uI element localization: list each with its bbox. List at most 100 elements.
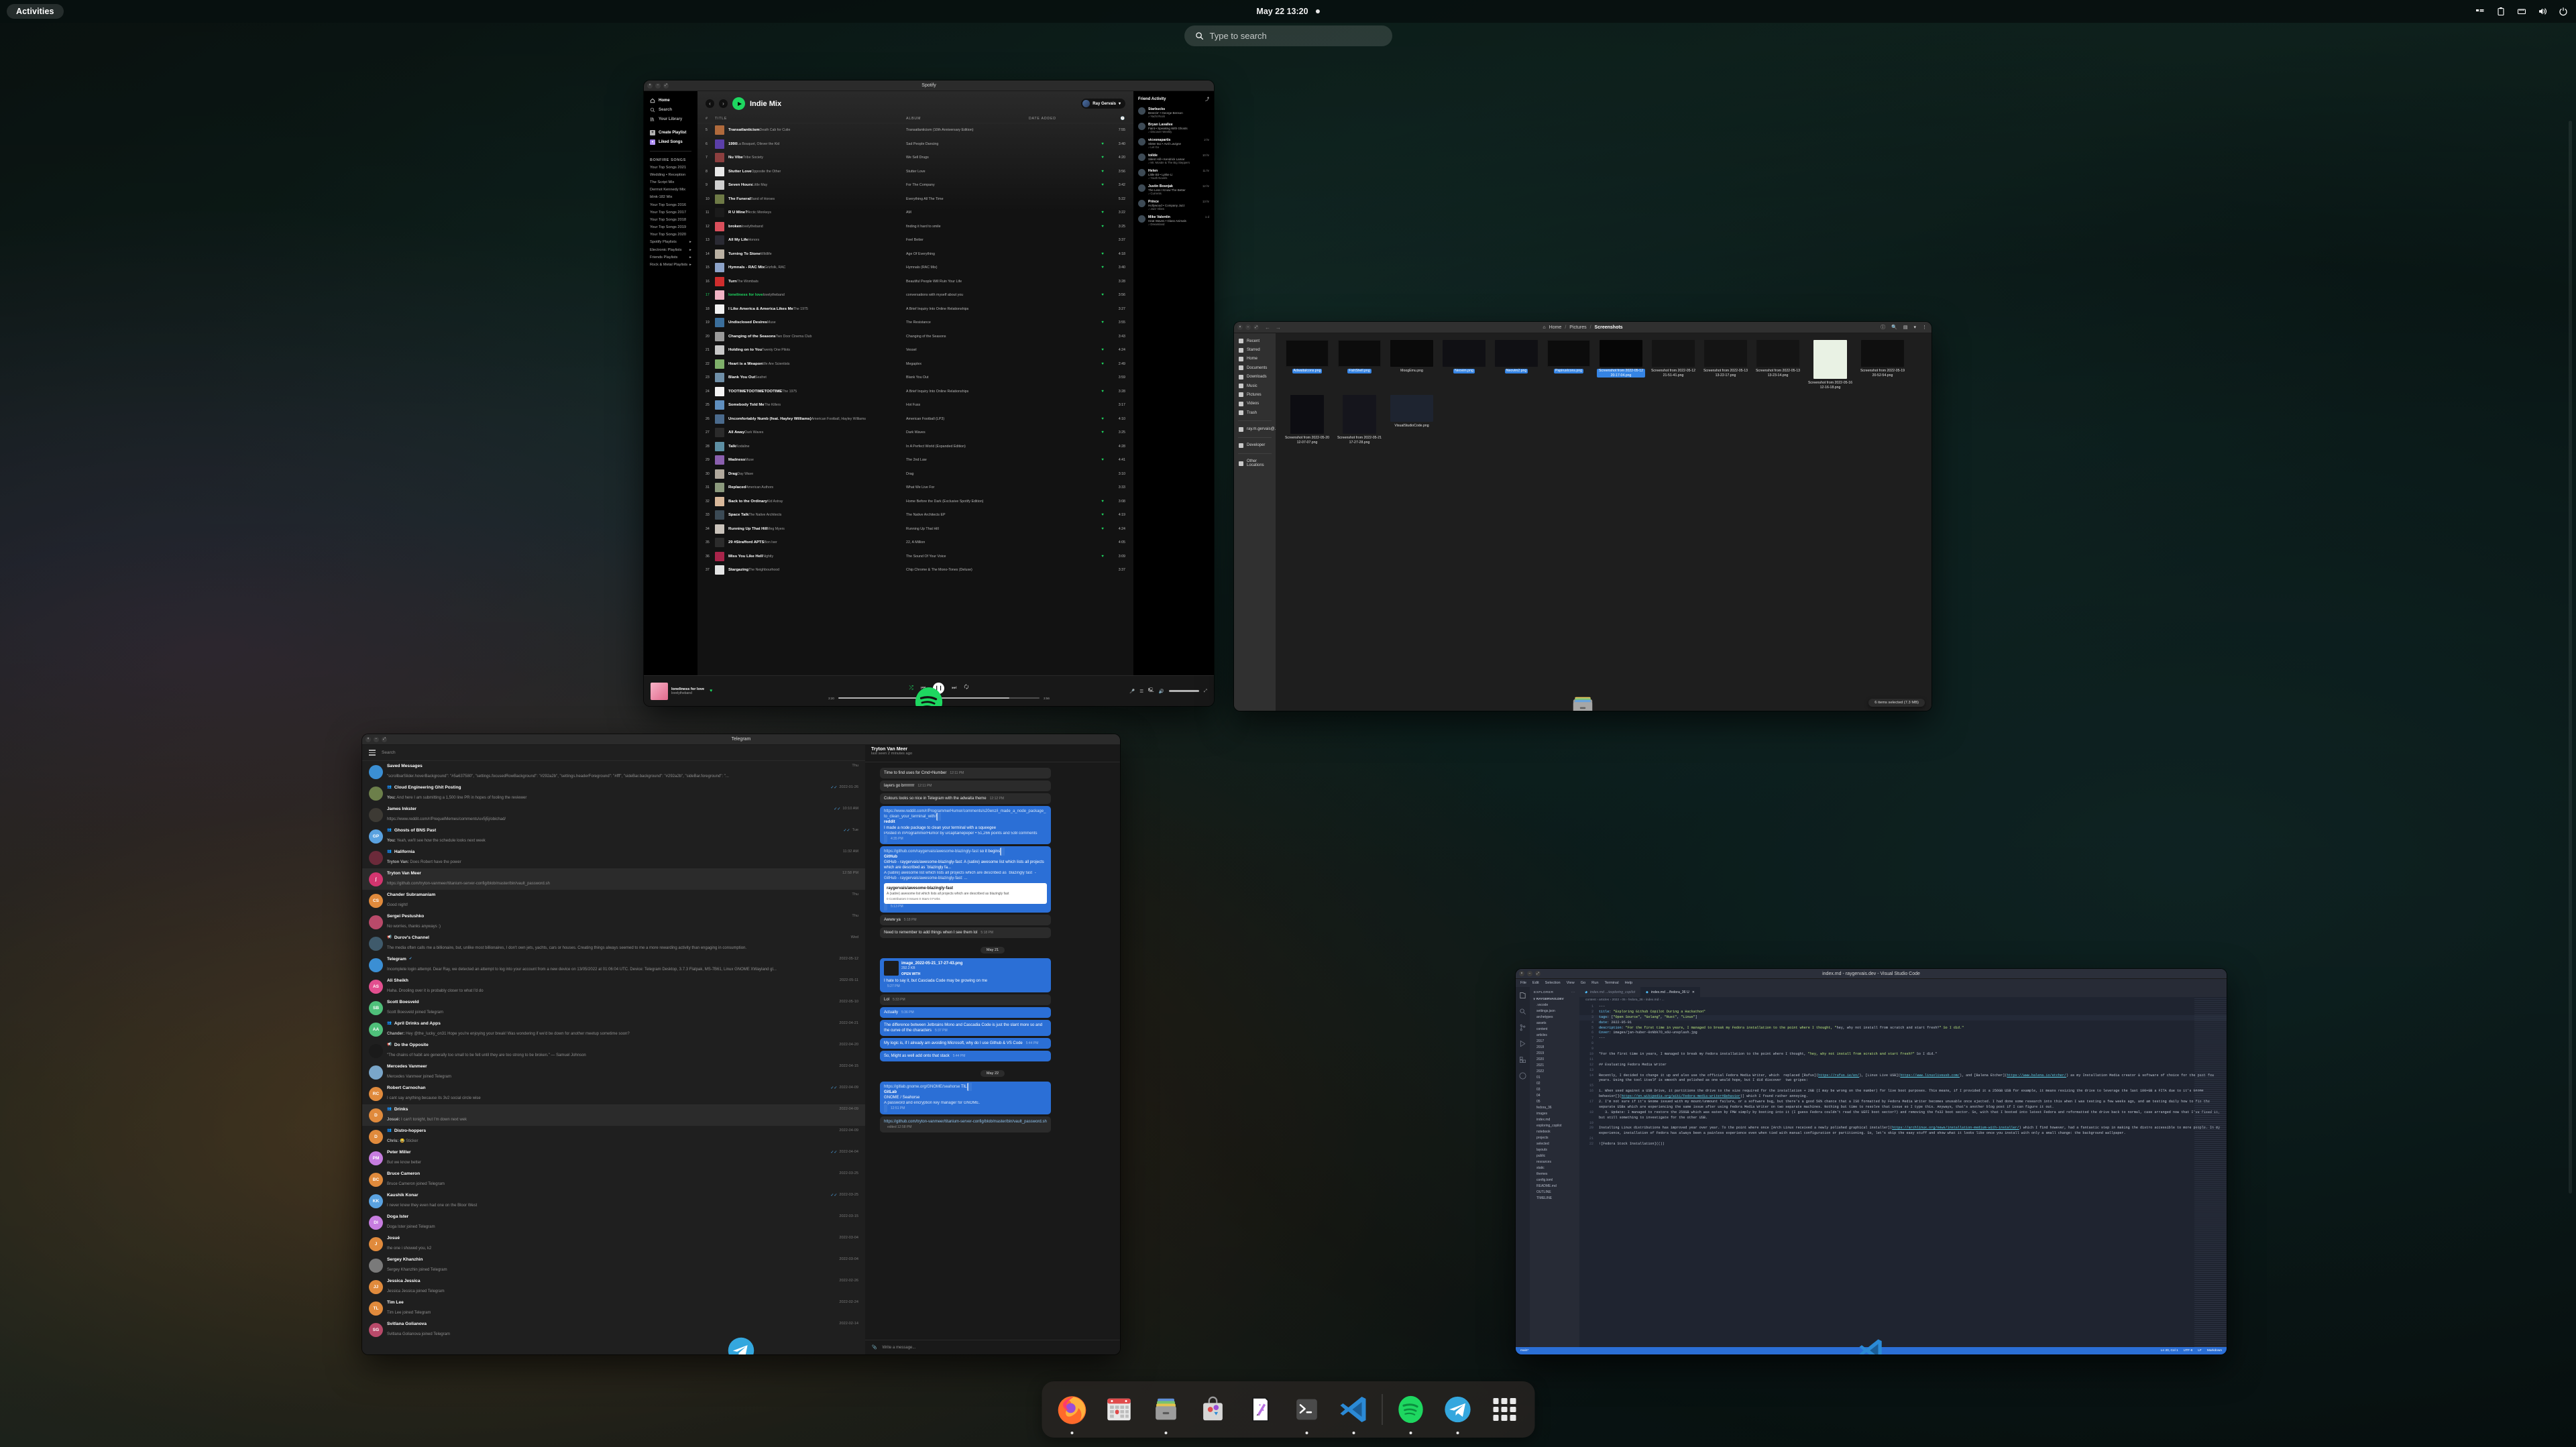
explorer-tree-item[interactable]: layouts <box>1530 1147 1579 1153</box>
message-list[interactable]: Time to find uses for Cmd+Number 12:11 PM… <box>865 762 1120 1340</box>
track-row[interactable]: 34 Running Up That HillMeg Myers Running U… <box>697 522 1133 536</box>
chat-list-item[interactable]: 👥 Halifornia 11:32 AM Tryton Van: Does Robe… <box>362 847 865 868</box>
sidebar-item-trash[interactable]: Trash <box>1234 408 1276 417</box>
track-row[interactable]: 12 brokenlovelytheband finding it hard to … <box>697 220 1133 234</box>
spotify-playlist-item[interactable]: Your Top Songs 2020 <box>644 231 697 239</box>
dock-item-vscode[interactable] <box>1335 1391 1372 1434</box>
like-icon[interactable]: ♥ <box>1096 500 1109 504</box>
track-row[interactable]: 5 TransatlanticismDeath Cab for Cutie Tran… <box>697 123 1133 137</box>
like-icon[interactable]: ♥ <box>1096 348 1109 352</box>
explorer-tree-item[interactable]: 2018 <box>1530 1044 1579 1050</box>
code-line[interactable]: 6 Cover: images/jan-huber-0xNbk7O_s6U-uns… <box>1579 1031 2227 1036</box>
message-link[interactable]: https://github.com/tryton-vanmeer/titani… <box>884 1120 1047 1124</box>
chat-list-item[interactable]: TL Tim Lee 2022-02-24 Tim Lee joined Telegr… <box>362 1297 865 1319</box>
minimize-icon[interactable]: − <box>1245 325 1251 330</box>
layout-icon[interactable] <box>2475 7 2485 16</box>
add-friend-icon[interactable]: ⤴ <box>1205 96 1209 102</box>
system-menu[interactable] <box>2475 7 2568 16</box>
like-icon[interactable]: ♥ <box>1096 225 1109 229</box>
message-input[interactable]: 📎 Write a message... <box>865 1340 1120 1354</box>
track-row[interactable]: 26 Uncomfortably Numb (feat. Hayley Willi… <box>697 412 1133 426</box>
breadcrumb[interactable]: ⌂ Home / Pictures / Screenshots <box>1234 325 1931 330</box>
chevron-down-icon[interactable]: ▾ <box>1913 325 1916 330</box>
clock-menu[interactable]: May 22 13:20 <box>1256 7 1320 16</box>
spotify-playlist-item[interactable]: blink-182 Mix <box>644 194 697 201</box>
window-buttons[interactable]: × − ⤢ <box>1519 971 1541 976</box>
shuffle-icon[interactable]: ⤮ <box>909 685 913 691</box>
breadcrumb-screenshots[interactable]: Screenshots <box>1595 325 1623 330</box>
status-item[interactable]: Markdown <box>2207 1349 2222 1352</box>
like-icon[interactable]: ♥ <box>1096 156 1109 160</box>
message-bubble[interactable]: https://gitlab.gnome.org/GNOME/seahorse … <box>880 1082 1051 1114</box>
track-row[interactable]: 29 MadnessMuse The 2nd Law ♥ 4:41 <box>697 453 1133 467</box>
play-button[interactable] <box>732 97 745 110</box>
minimize-icon[interactable]: − <box>655 82 661 89</box>
chat-list-item[interactable]: BC Bruce Cameron 2022-03-25 Bruce Cameron j… <box>362 1169 865 1190</box>
message-link[interactable]: https://gitlab.gnome.org/GNOME/seahorse <box>884 1085 960 1089</box>
track-row[interactable]: 7 Nu VibeTribe Society We Sell Drugs ♥ 4:20 <box>697 151 1133 165</box>
file-item[interactable]: Screenshot from 2022-05-20 12-07-07.png <box>1281 395 1333 445</box>
conversation-header[interactable]: Tryton Van Meer last seen 2 minutes ago <box>865 745 1120 762</box>
track-row[interactable]: 6 1990La Bouquet, Olivver the Kid Sad Peop… <box>697 137 1133 152</box>
show-applications-button[interactable] <box>1486 1391 1523 1428</box>
network-icon[interactable] <box>2517 7 2526 16</box>
message-bubble[interactable]: Lol 5:33 PM <box>880 994 1051 1005</box>
file-item[interactable]: Screenshot from 2022-05-13 13-23-14.png <box>1752 340 1804 390</box>
sidebar-item-home[interactable]: Home <box>1234 355 1276 363</box>
back-button[interactable]: ‹ <box>706 99 714 108</box>
chat-list-item[interactable]: DI Doga Ister 2022-03-15 Doga Ister joined … <box>362 1212 865 1233</box>
track-row[interactable]: 15 Hymnals - RAC MixGrizfolk, RAC Hymnals … <box>697 261 1133 275</box>
track-row[interactable]: 22 Heart is a WeaponWe Are Scientists Mega… <box>697 357 1133 371</box>
telegram-window[interactable]: × − ⤢ Telegram Search Saved Messages Thu "… <box>362 734 1120 1354</box>
track-row[interactable]: 9 Seven HoursLittle May For The Company ♥ 3:… <box>697 178 1133 192</box>
message-bubble[interactable]: Actually 5:36 PM <box>880 1006 1051 1018</box>
chat-list-item[interactable]: PM Peter Miller ✓✓ 2022-04-04 But we know be… <box>362 1147 865 1169</box>
explorer-tree-item[interactable]: .vscode <box>1530 1002 1579 1008</box>
explorer-tree-item[interactable]: 2017 <box>1530 1038 1579 1044</box>
track-row[interactable]: 14 Turning To StoneWildlife Age Of Everyth… <box>697 247 1133 262</box>
code-line[interactable]: 5 description: "For the first time in yea… <box>1579 1026 2227 1031</box>
track-row[interactable]: 16 TurnThe Wombats Beautiful People Will R… <box>697 275 1133 289</box>
status-item[interactable]: Ln 20, Col 1 <box>2161 1349 2178 1352</box>
chat-list-item[interactable]: SB Scott Boesveld 2022-05-10 Scott Boesveld… <box>362 997 865 1019</box>
sidebar-item-downloads[interactable]: Downloads <box>1234 373 1276 382</box>
volume-slider[interactable] <box>1168 690 1199 692</box>
explorer-tree-item[interactable]: static <box>1530 1165 1579 1171</box>
track-row[interactable]: 30 DragDay Wave Drag 3:10 <box>697 467 1133 481</box>
spotify-playlist-item[interactable]: Dermot Kennedy Mix <box>644 186 697 194</box>
code-line[interactable]: 17 2. I'm not sure if it's Gnome issued w… <box>1579 1100 2227 1110</box>
files-titlebar[interactable]: × − ⤢ ← → ⌂ Home / Pictures / Screenshot… <box>1234 322 1931 333</box>
extensions-icon[interactable] <box>1519 1056 1526 1063</box>
status-item[interactable]: LF <box>2198 1349 2202 1352</box>
chat-list-item[interactable]: Sergei Pestushko Thu No worries, thanks an… <box>362 911 865 933</box>
message-bubble[interactable]: https://github.com/tryton-vanmeer/titani… <box>880 1116 1051 1133</box>
chevron-right-icon[interactable]: ▸ <box>689 240 691 244</box>
chat-list-item[interactable]: AS Ali Sheikh 2022-05-11 Haha. Drooling ove… <box>362 976 865 997</box>
explorer-icon[interactable] <box>1519 992 1526 999</box>
code-line[interactable]: 19 <box>1579 1121 2227 1126</box>
code-line[interactable]: 1 --- <box>1579 1004 2227 1010</box>
telegram-conversation[interactable]: Tryton Van Meer last seen 2 minutes ago … <box>865 745 1120 1354</box>
explorer-project-root[interactable]: ∨ RAYGERVAIS.DEV <box>1530 996 1579 1002</box>
like-icon[interactable]: ♥ <box>1096 458 1109 462</box>
search-icon[interactable] <box>1519 1008 1526 1015</box>
friend-activity-item[interactable]: Helen 11 hr Little Bit • Lykke Li ♪ Youth N… <box>1138 169 1209 180</box>
message-bubble[interactable]: https://github.com/raygervais/awesome-bl… <box>880 846 1051 913</box>
chat-list-item[interactable]: SG Svitlana Golianova 2022-02-14 Svitlana G… <box>362 1319 865 1340</box>
explorer-tree-item[interactable]: resources <box>1530 1159 1579 1165</box>
like-icon[interactable]: ♥ <box>1096 513 1109 517</box>
track-row[interactable]: 23 Blank You OutSeafret Blank You Out 3:59 <box>697 371 1133 385</box>
dock-item-telegram[interactable] <box>1439 1391 1476 1434</box>
chat-list-item[interactable]: D 👥 Distro-hoppers 2022-04-09 Chris: 😂 Stick… <box>362 1126 865 1147</box>
chat-list-item[interactable]: Telegram ✔ 2022-05-12 Incomplete login atte… <box>362 954 865 976</box>
code-line[interactable]: 21 <box>1579 1137 2227 1142</box>
friend-activity-item[interactable]: Justin Bosnjak 12 hr The Less I Know The B… <box>1138 184 1209 195</box>
view-list-icon[interactable]: ▤ <box>1903 325 1908 330</box>
menu-icon[interactable] <box>369 750 376 756</box>
file-item[interactable]: Neovim.png <box>1438 340 1490 390</box>
spotify-playlist-list[interactable]: Your Top Songs 2021 Wedding • Reception Th… <box>644 164 697 269</box>
message-bubble[interactable]: Colours looks so nice in Telegram with t… <box>880 793 1051 805</box>
like-icon[interactable]: ♥ <box>1096 362 1109 366</box>
track-row[interactable]: 27 All AwayDark Waves Dark Waves ♥ 3:25 <box>697 426 1133 440</box>
chat-list-item[interactable]: KK Kaushik Konar ✓✓ 2022-03-25 I never knew … <box>362 1190 865 1212</box>
